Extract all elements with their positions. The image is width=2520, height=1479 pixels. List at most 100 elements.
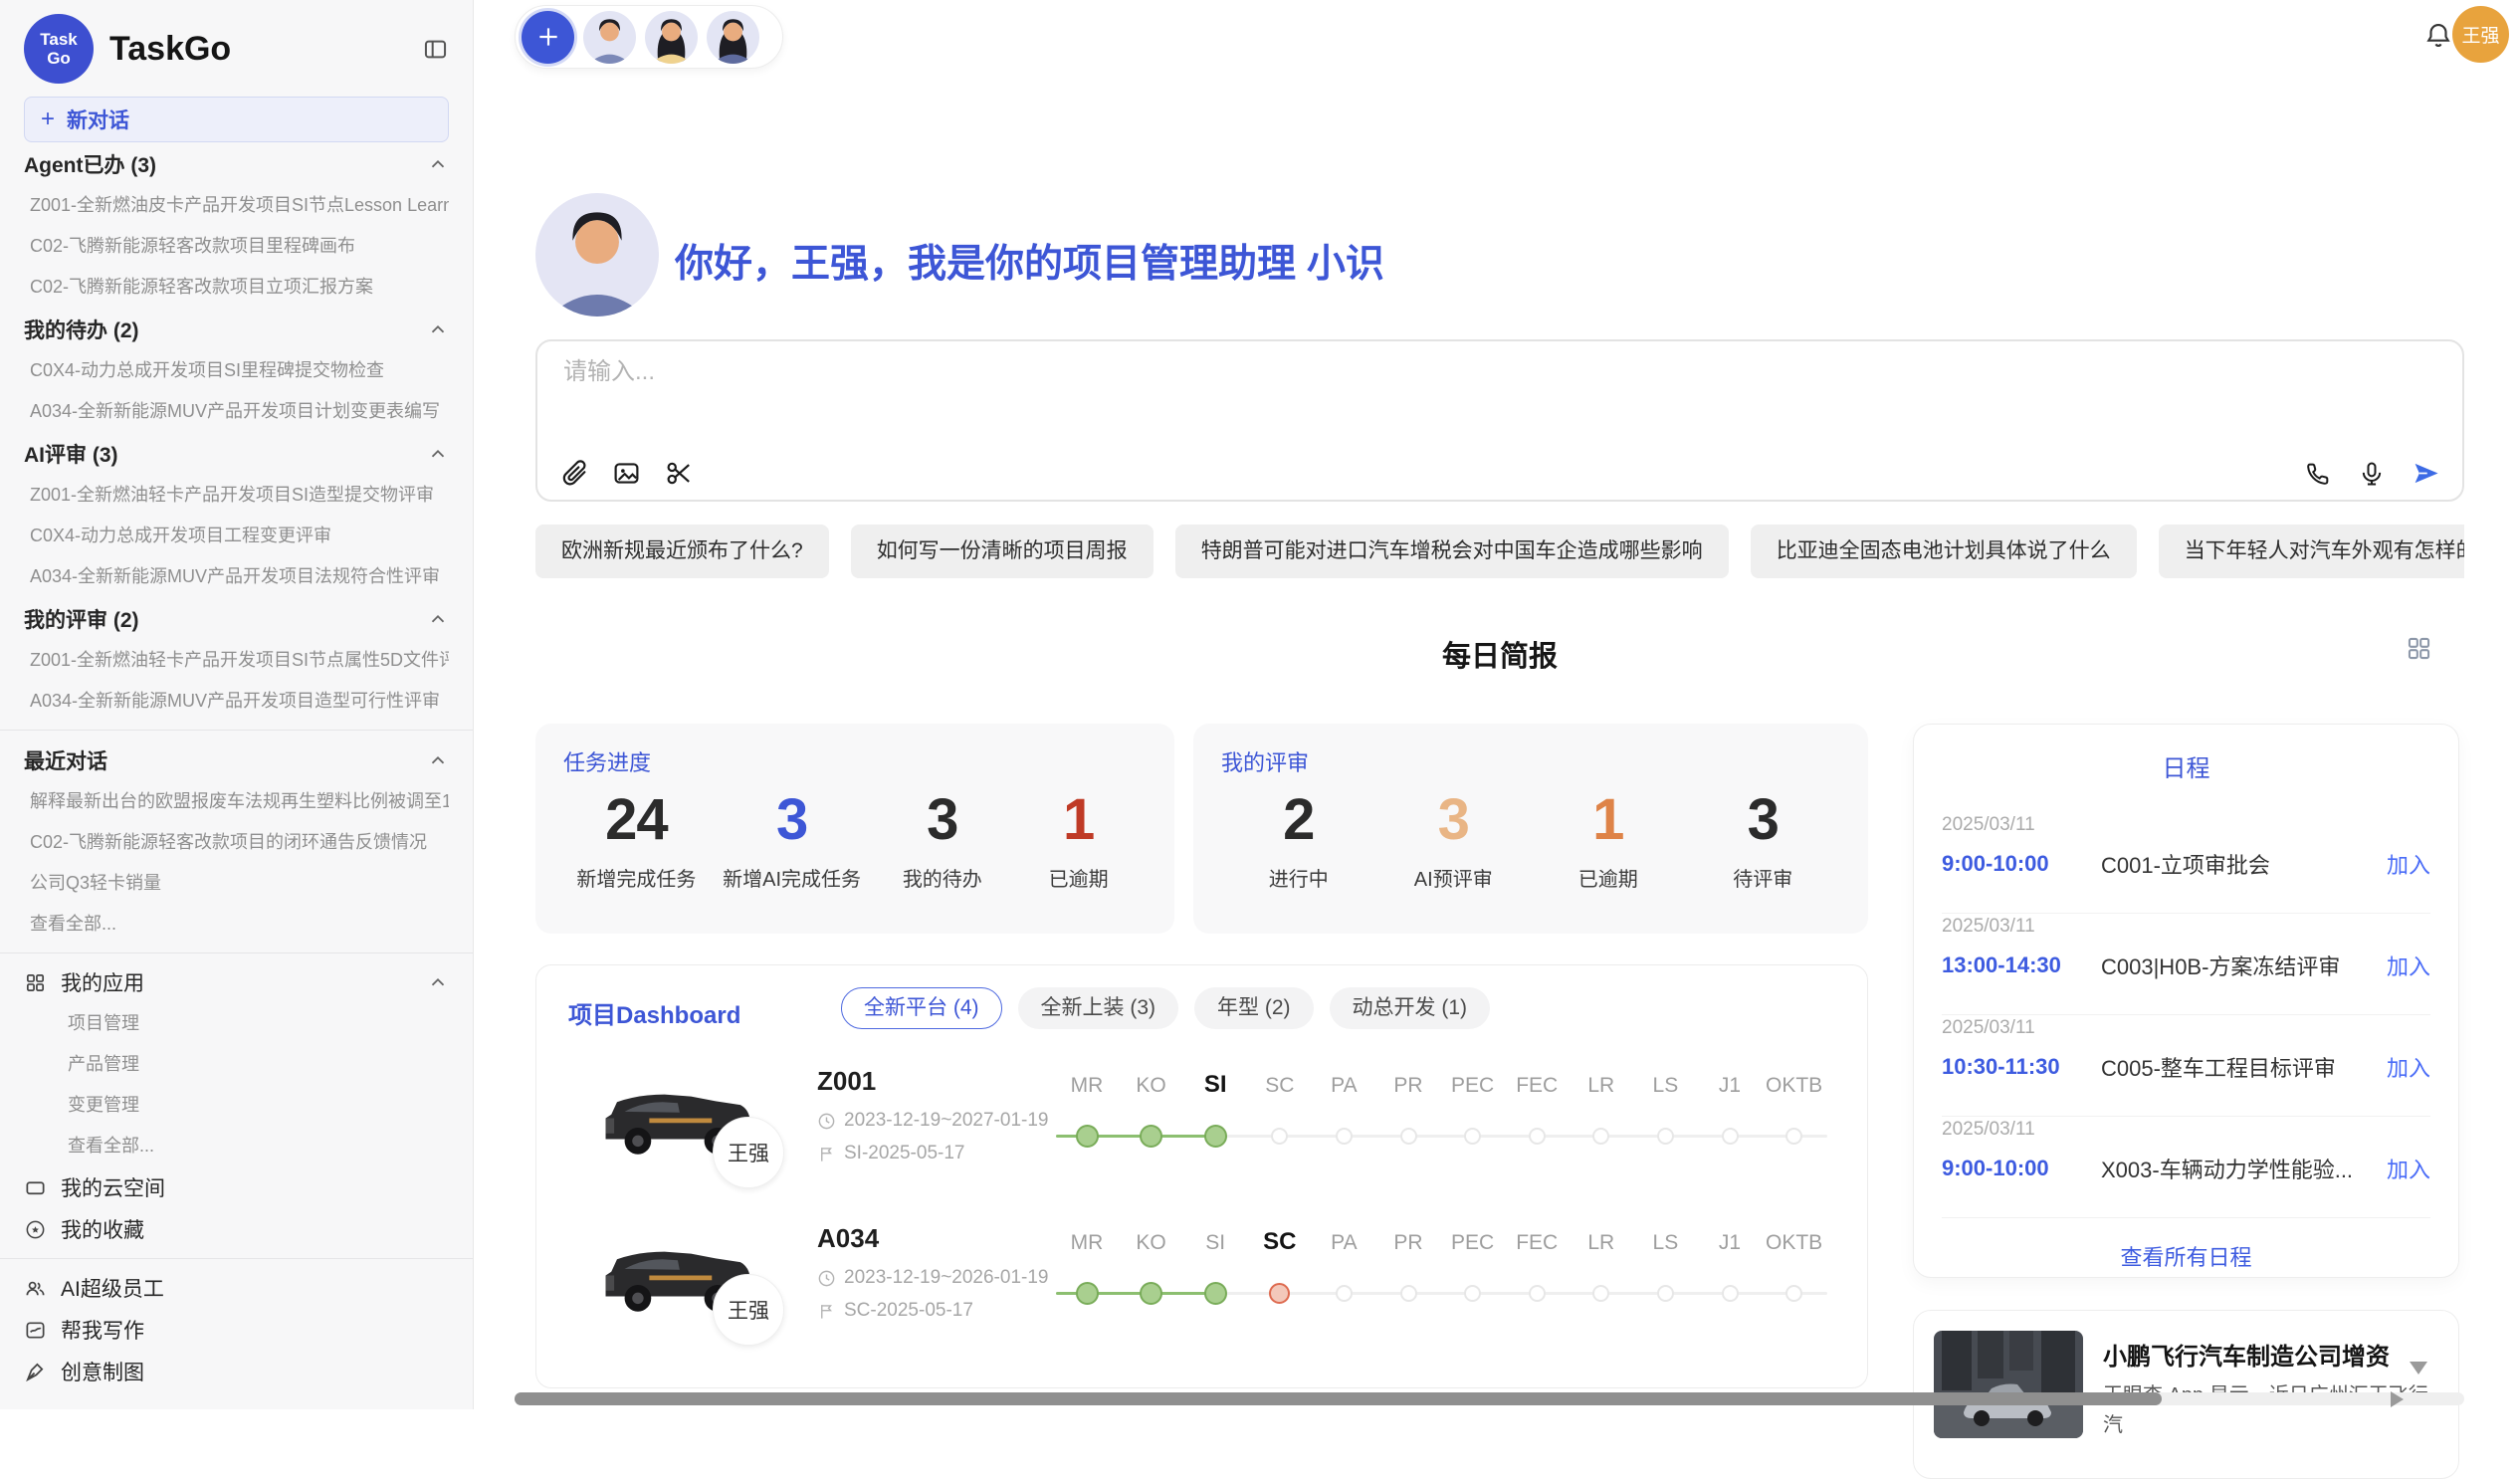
sidebar-item-my-apps[interactable]: 我的应用 [24, 961, 449, 1003]
project-owner-badge: 王强 [713, 1117, 784, 1188]
sidebar-item-cloud-space[interactable]: 我的云空间 [24, 1166, 449, 1208]
join-link[interactable]: 加入 [2387, 1153, 2430, 1184]
stat-value: 1 [1554, 781, 1663, 859]
sidebar-app-item[interactable]: 产品管理 [24, 1044, 449, 1085]
member-avatar[interactable] [707, 11, 759, 64]
sidebar-item[interactable]: A034-全新新能源MUV产品开发项目造型可行性评审 [24, 681, 449, 722]
view-all-schedule-link[interactable]: 查看所有日程 [1914, 1240, 2458, 1272]
milestone-dot-todo [1592, 1285, 1609, 1302]
quick-access-bar [515, 5, 783, 69]
send-icon[interactable] [2412, 459, 2440, 488]
collapse-sidebar-icon[interactable] [422, 36, 449, 63]
project-row[interactable]: 王强Z0012023-12-19~2027-01-19SI-2025-05-17… [536, 1040, 1867, 1197]
stat-value: 3 [723, 781, 861, 859]
scissors-icon[interactable] [665, 459, 694, 488]
sidebar-item[interactable]: C02-飞腾新能源轻客改款项目里程碑画布 [24, 226, 449, 267]
layout-grid-icon[interactable] [2406, 635, 2432, 662]
schedule-entry: 2025/03/119:00-10:00C001-立项审批会加入 [1942, 812, 2430, 914]
sidebar-item[interactable]: 查看全部... [24, 904, 449, 945]
sidebar-item[interactable]: Z001-全新燃油皮卡产品开发项目SI节点Lesson Learn报告 [24, 185, 449, 226]
sidebar-item-ai-employees[interactable]: AI超级员工 [24, 1267, 449, 1309]
schedule-event-title: X003-车辆动力学性能验... [2101, 1153, 2387, 1184]
scroll-right-arrow-icon[interactable] [2391, 1391, 2404, 1407]
microphone-icon[interactable] [2358, 460, 2386, 488]
member-avatar[interactable] [583, 11, 636, 64]
stat: 2进行中 [1244, 781, 1354, 892]
sidebar-app-item[interactable]: 项目管理 [24, 1003, 449, 1044]
horizontal-scrollbar-thumb[interactable] [515, 1392, 2162, 1405]
sidebar-item[interactable]: A034-全新新能源MUV产品开发项目法规符合性评审 [24, 556, 449, 597]
suggestion-chip[interactable]: 欧洲新规最近颁布了什么? [535, 525, 829, 578]
chevron-up-icon [427, 318, 449, 340]
schedule-time: 9:00-10:00 [1942, 1156, 2101, 1181]
user-avatar[interactable]: 王强 [2452, 6, 2509, 63]
sidebar-item[interactable]: 解释最新出台的欧盟报废车法规再生塑料比例被调至15%... [24, 781, 449, 822]
join-link[interactable]: 加入 [2387, 848, 2430, 880]
new-chat-button[interactable]: + 新对话 [24, 97, 449, 142]
suggestion-chip[interactable]: 如何写一份清晰的项目周报 [851, 525, 1154, 578]
sidebar-section-header[interactable]: 我的待办 (2) [24, 308, 449, 350]
sidebar-section-header[interactable]: 最近对话 [24, 739, 449, 781]
project-row-partial[interactable] [536, 1355, 1867, 1388]
sidebar-item[interactable]: C0X4-动力总成开发项目SI里程碑提交物检查 [24, 350, 449, 391]
join-link[interactable]: 加入 [2387, 950, 2430, 981]
assistant-greeting: 你好，王强，我是你的项目管理助理 小识 [675, 233, 1384, 289]
sidebar-header: Task Go TaskGo [24, 13, 449, 85]
dashboard-tab[interactable]: 动总开发 (1) [1330, 987, 1491, 1029]
suggestion-chip[interactable]: 比亚迪全固态电池计划具体说了什么 [1751, 525, 2137, 578]
help-writing-label: 帮我写作 [61, 1315, 449, 1345]
sidebar-app-item[interactable]: 查看全部... [24, 1126, 449, 1166]
sidebar-item[interactable]: C0X4-动力总成开发项目工程变更评审 [24, 516, 449, 556]
milestone-dot-done [1076, 1282, 1099, 1305]
milestone-dot-todo [1785, 1285, 1802, 1302]
sidebar-item[interactable]: C02-飞腾新能源轻客改款项目的闭环通告反馈情况 [24, 822, 449, 863]
phone-icon[interactable] [2304, 460, 2332, 488]
milestone-dot-todo [1722, 1285, 1739, 1302]
project-date-range: 2023-12-19~2027-01-19 [817, 1110, 1048, 1132]
sidebar-item[interactable]: Z001-全新燃油轻卡产品开发项目SI造型提交物评审 [24, 475, 449, 516]
sidebar-divider [0, 952, 473, 953]
project-row[interactable]: 王强A0342023-12-19~2026-01-19SC-2025-05-17… [536, 1197, 1867, 1355]
attachment-icon[interactable] [559, 459, 588, 488]
dashboard-tab[interactable]: 全新上装 (3) [1018, 987, 1179, 1029]
card-title: 我的评审 [1221, 745, 1840, 777]
suggestion-chip[interactable]: 特朗普可能对进口汽车增税会对中国车企造成哪些影响 [1175, 525, 1729, 578]
dashboard-tab[interactable]: 年型 (2) [1194, 987, 1314, 1029]
sidebar-item-favorites[interactable]: 我的收藏 [24, 1208, 449, 1250]
sidebar-section-header[interactable]: 我的评审 (2) [24, 597, 449, 640]
news-photo [1934, 1331, 2083, 1438]
sidebar-section-header[interactable]: AI评审 (3) [24, 432, 449, 475]
pen-nib-icon [24, 1361, 47, 1383]
sidebar-item[interactable]: C02-飞腾新能源轻客改款项目立项汇报方案 [24, 267, 449, 308]
section-title: 我的待办 (2) [24, 315, 139, 344]
sidebar-section-header[interactable]: Agent已办 (3) [24, 142, 449, 185]
scroll-down-arrow-icon[interactable] [2410, 1362, 2427, 1374]
section-title: 最近对话 [24, 745, 107, 775]
sidebar-item[interactable]: Z001-全新燃油轻卡产品开发项目SI节点属性5D文件评审 [24, 640, 449, 681]
people-icon [24, 1277, 47, 1300]
stat-value: 3 [888, 781, 997, 859]
app-title: TaskGo [109, 30, 406, 69]
milestone-dot-alert [1269, 1283, 1290, 1304]
stat: 3待评审 [1708, 781, 1817, 892]
chat-input[interactable] [561, 357, 1955, 387]
apps-grid-icon [24, 971, 47, 994]
image-icon[interactable] [612, 459, 641, 488]
member-avatar[interactable] [645, 11, 698, 64]
schedule-event-title: C003|H0B-方案冻结评审 [2101, 950, 2387, 981]
schedule-time: 10:30-11:30 [1942, 1054, 2101, 1080]
sidebar-item[interactable]: A034-全新新能源MUV产品开发项目计划变更表编写 [24, 391, 449, 432]
add-member-button[interactable] [522, 11, 574, 64]
dashboard-tab[interactable]: 全新平台 (4) [841, 987, 1002, 1029]
my-apps-label: 我的应用 [61, 967, 413, 997]
sidebar-item-help-writing[interactable]: 帮我写作 [24, 1309, 449, 1351]
milestone-dot-done [1204, 1125, 1227, 1148]
stat: 3新增AI完成任务 [723, 781, 861, 892]
sidebar-item-creative-drawing[interactable]: 创意制图 [24, 1351, 449, 1392]
join-link[interactable]: 加入 [2387, 1051, 2430, 1083]
milestone-dot-todo [1336, 1128, 1353, 1145]
sidebar-app-item[interactable]: 变更管理 [24, 1085, 449, 1126]
notification-bell-icon[interactable] [2423, 20, 2453, 50]
sidebar-item[interactable]: 公司Q3轻卡销量 [24, 863, 449, 904]
suggestion-chip[interactable]: 当下年轻人对汽车外观有怎样的喜好趋势 [2159, 525, 2464, 578]
